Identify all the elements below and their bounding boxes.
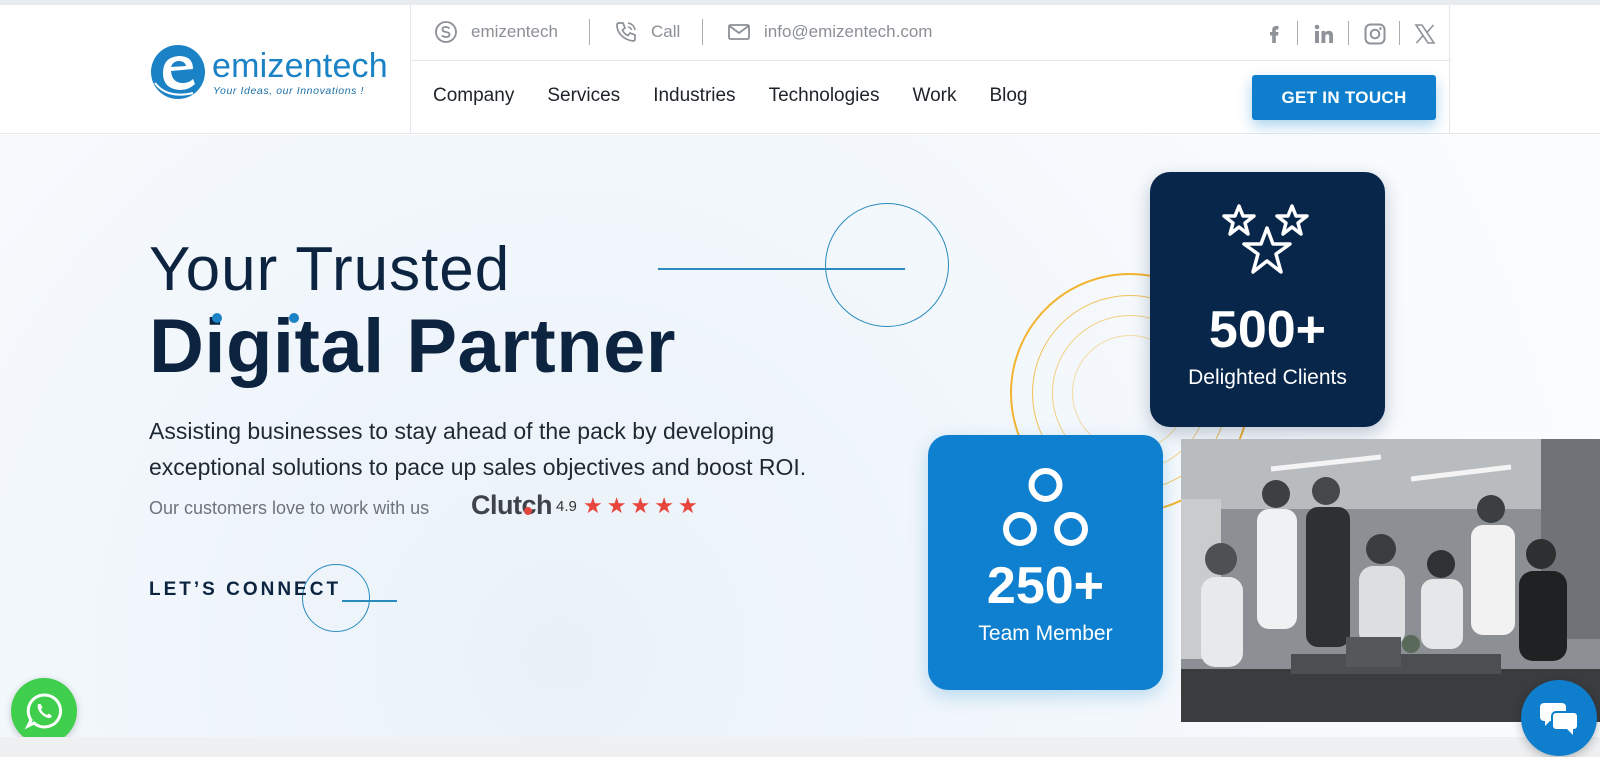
divider: [702, 19, 703, 45]
nav-company[interactable]: Company: [433, 85, 514, 107]
nav-industries[interactable]: Industries: [653, 85, 735, 107]
team-photo-illustration: [1181, 439, 1600, 722]
phone-icon: [616, 22, 636, 42]
contact-bar: emizentech Call info@emizentech.com: [411, 5, 1451, 61]
get-in-touch-button[interactable]: GET IN TOUCH: [1252, 75, 1436, 120]
header-panel: emizentech Call info@emizentech.com Comp…: [410, 5, 1451, 134]
facebook-icon[interactable]: [1261, 21, 1287, 47]
hero-title-line2: Digital Partner: [149, 304, 676, 389]
clutch-logo-dot: [524, 507, 532, 515]
clutch-logo[interactable]: Clutch: [471, 490, 553, 521]
bottom-edge: [0, 737, 1600, 757]
divider: [589, 19, 590, 45]
star-icon: ★: [654, 493, 674, 518]
clients-stat-card: 500+ Delighted Clients: [1150, 172, 1385, 427]
divider: [1399, 21, 1400, 45]
nav-services[interactable]: Services: [547, 85, 620, 107]
team-icon: [1003, 468, 1088, 546]
rating-value: 4.9: [556, 498, 577, 515]
logo-mark-icon: [151, 45, 205, 99]
title-dot-accent: [289, 313, 299, 323]
stars-icon: [1222, 204, 1309, 274]
chat-button[interactable]: [1521, 680, 1597, 756]
mail-icon: [728, 24, 750, 40]
instagram-icon[interactable]: [1362, 21, 1388, 47]
reviews-text: Our customers love to work with us: [149, 498, 430, 518]
logo-wordmark: emizentech: [212, 47, 388, 85]
skype-icon: [435, 21, 457, 43]
clients-count: 500+: [1208, 301, 1327, 359]
linkedin-icon[interactable]: [1311, 21, 1337, 47]
star-icon: ★: [677, 493, 698, 518]
hero-title-line1: Your Trusted: [149, 235, 511, 304]
divider: [1348, 21, 1349, 45]
star-icon: ★: [583, 493, 603, 518]
whatsapp-icon: [24, 693, 63, 730]
hero-subtitle: Assisting businesses to stay ahead of th…: [149, 418, 807, 480]
divider: [1297, 21, 1298, 45]
call-contact[interactable]: Call: [613, 19, 680, 45]
rating-stars: ★ ★ ★ ★ ★: [583, 493, 698, 519]
whatsapp-button[interactable]: [11, 678, 77, 744]
email-contact[interactable]: info@emizentech.com: [726, 19, 932, 45]
chat-icon: [1540, 703, 1579, 735]
team-count: 250+: [986, 557, 1105, 615]
skype-contact[interactable]: emizentech: [433, 19, 558, 45]
page: emizentech Your Ideas, our Innovations !…: [0, 0, 1600, 757]
nav-work[interactable]: Work: [912, 85, 956, 107]
skype-handle: emizentech: [471, 22, 558, 41]
nav-blog[interactable]: Blog: [989, 85, 1027, 107]
team-stat-card: 250+ Team Member: [928, 435, 1163, 690]
title-dot-accent: [212, 313, 222, 323]
star-icon: ★: [630, 493, 651, 518]
team-photo: [1181, 439, 1600, 722]
connect-line: [342, 600, 397, 602]
team-label: Team Member: [978, 622, 1113, 645]
x-icon[interactable]: [1412, 21, 1438, 47]
clients-label: Delighted Clients: [1188, 366, 1347, 389]
logo-tagline: Your Ideas, our Innovations !: [213, 85, 365, 97]
email-address: info@emizentech.com: [764, 22, 933, 41]
hero-section: Your Trusted Digital Partner Assisting b…: [0, 135, 1600, 744]
decorative-circle: [825, 203, 949, 327]
lets-connect-link[interactable]: LET’S CONNECT: [149, 579, 341, 601]
call-label: Call: [651, 22, 681, 41]
nav-technologies[interactable]: Technologies: [769, 85, 880, 107]
main-nav: Company Services Industries Technologies…: [433, 85, 1028, 107]
site-header: emizentech Your Ideas, our Innovations !…: [0, 5, 1600, 134]
logo[interactable]: emizentech Your Ideas, our Innovations !: [149, 43, 389, 103]
star-icon: ★: [606, 493, 627, 518]
